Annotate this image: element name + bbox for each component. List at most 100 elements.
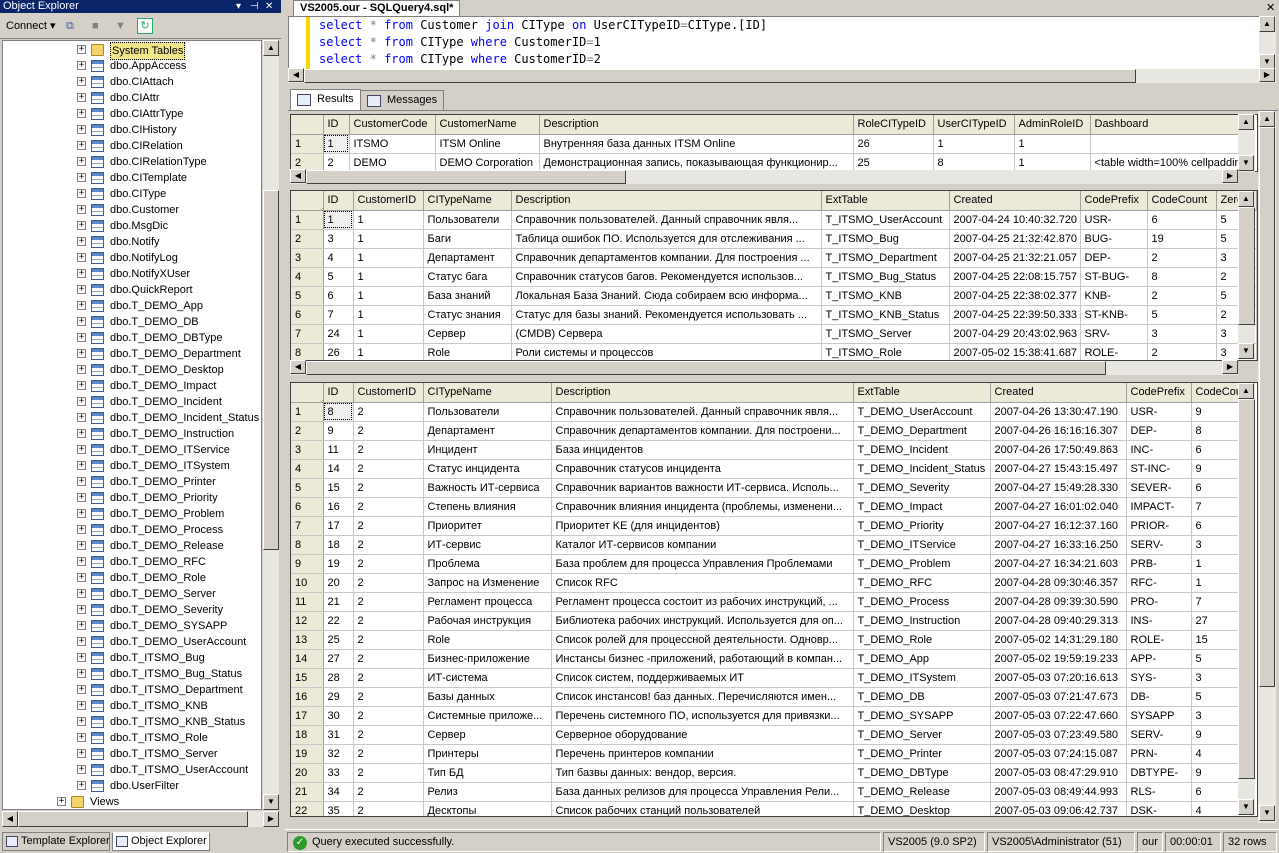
table-cell[interactable]: Локальная База Знаний. Сюда собираем всю… (511, 286, 822, 306)
table-cell[interactable]: 31 (323, 725, 354, 745)
table-row[interactable]: 5 15 2 Важность ИТ-сервиса Справочник вариан… (291, 478, 1252, 498)
table-cell[interactable]: T_ITSMO_Server (821, 324, 950, 344)
table-row[interactable]: 21 34 2 Релиз База данных релизов для процес… (291, 782, 1252, 802)
table-cell[interactable]: ROLE- (1126, 630, 1192, 650)
column-header[interactable]: RoleCITypeID (853, 115, 934, 135)
table-cell[interactable]: 1 (353, 248, 424, 268)
row-header[interactable]: 11 (291, 592, 324, 612)
row-header[interactable]: 17 (291, 706, 324, 726)
table-cell[interactable]: 2007-04-27 16:12:37.160 (990, 516, 1127, 536)
table-cell[interactable]: 2007-04-26 17:50:49.863 (990, 440, 1127, 460)
table-cell[interactable]: Департамент (423, 248, 512, 268)
expand-icon[interactable]: + (77, 509, 86, 518)
scroll-thumb[interactable] (263, 190, 279, 550)
table-cell[interactable]: 2 (353, 497, 424, 517)
scroll-thumb[interactable] (1238, 207, 1255, 325)
row-header[interactable]: 2 (291, 229, 324, 249)
table-cell[interactable]: T_DEMO_ITService (853, 535, 991, 555)
scroll-up-button[interactable]: ▲ (1259, 111, 1275, 127)
table-cell[interactable]: 5 (323, 267, 354, 287)
table-cell[interactable]: 2007-05-03 07:21:47.673 (990, 687, 1127, 707)
table-cell[interactable]: APP- (1126, 649, 1192, 669)
table-cell[interactable]: Пользователи (423, 210, 512, 230)
row-header[interactable]: 16 (291, 687, 324, 707)
expand-icon[interactable]: + (77, 109, 86, 118)
column-header[interactable]: CodePrefix (1126, 383, 1192, 403)
row-header[interactable]: 9 (291, 554, 324, 574)
expand-icon[interactable]: + (77, 45, 86, 54)
column-header[interactable]: ID (323, 191, 354, 211)
table-cell[interactable]: Бизнес-приложение (423, 649, 552, 669)
table-cell[interactable]: Сервер (423, 324, 512, 344)
table-cell[interactable]: 6 (1147, 210, 1217, 230)
table-cell[interactable]: 2007-05-02 15:38:41.687 (949, 343, 1081, 360)
expand-icon[interactable]: + (77, 205, 86, 214)
table-cell[interactable]: 9 (323, 421, 354, 441)
table-cell[interactable]: 2 (353, 630, 424, 650)
tab-results[interactable]: Results (290, 89, 361, 110)
expand-icon[interactable]: + (77, 429, 86, 438)
expand-icon[interactable]: + (77, 349, 86, 358)
table-cell[interactable]: 2007-05-03 07:24:15.087 (990, 744, 1127, 764)
table-cell[interactable]: IMPACT- (1126, 497, 1192, 517)
expand-icon[interactable]: + (77, 253, 86, 262)
expand-icon[interactable]: + (77, 525, 86, 534)
table-cell[interactable]: ROLE- (1080, 343, 1148, 360)
table-cell[interactable]: T_DEMO_Release (853, 782, 991, 802)
table-cell[interactable]: 2007-04-26 16:16:16.307 (990, 421, 1127, 441)
table-cell[interactable]: 24 (323, 324, 354, 344)
table-cell[interactable]: SERV- (1126, 535, 1192, 555)
row-header[interactable]: 4 (291, 267, 324, 287)
table-cell[interactable]: 2007-04-25 22:39:50.333 (949, 305, 1081, 325)
table-cell[interactable]: Роли системы и процессов (511, 343, 822, 360)
table-cell[interactable]: 1 (353, 324, 424, 344)
tab-template-explorer[interactable]: Template Explorer (2, 832, 110, 851)
table-cell[interactable]: 2 (353, 554, 424, 574)
sql-editor[interactable]: select * from Customer join CIType on Us… (288, 16, 1276, 70)
table-cell[interactable]: (CMDB) Сервера (511, 324, 822, 344)
row-header[interactable]: 1 (291, 210, 324, 230)
expand-icon[interactable]: + (77, 445, 86, 454)
scroll-left-button[interactable]: ◀ (290, 360, 306, 374)
table-cell[interactable]: DB- (1126, 687, 1192, 707)
scroll-thumb[interactable] (304, 69, 1136, 83)
table-cell[interactable]: 2007-05-02 14:31:29.180 (990, 630, 1127, 650)
table-cell[interactable]: 1 (353, 210, 424, 230)
expand-icon[interactable]: + (77, 365, 86, 374)
object-explorer-tree[interactable]: + System Tables + dbo.AppAccess + dbo.CIAttac… (2, 40, 262, 810)
expand-icon[interactable]: + (77, 269, 86, 278)
row-header[interactable]: 1 (291, 134, 324, 154)
column-header[interactable]: Description (511, 191, 822, 211)
table-cell[interactable]: Справочник пользователей. Данный справоч… (551, 402, 854, 422)
table-cell[interactable]: 4 (323, 248, 354, 268)
table-cell[interactable]: 17 (323, 516, 354, 536)
table-cell[interactable]: T_DEMO_App (853, 649, 991, 669)
result-grid-3[interactable]: ID CustomerID CITypeName Description ExtTabl… (290, 382, 1258, 817)
table-cell[interactable]: 2007-04-25 21:32:42.870 (949, 229, 1081, 249)
table-cell[interactable]: T_ITSMO_Role (821, 343, 950, 360)
table-cell[interactable]: 2 (353, 801, 424, 816)
table-row[interactable]: 8 26 1 Role Роли системы и процессов T_ITSMO_… (291, 343, 1257, 360)
table-cell[interactable]: T_ITSMO_KNB_Status (821, 305, 950, 325)
table-cell[interactable]: База данных релизов для процесса Управле… (551, 782, 854, 802)
table-cell[interactable]: KNB- (1080, 286, 1148, 306)
table-cell[interactable]: PRB- (1126, 554, 1192, 574)
table-cell[interactable]: T_DEMO_Impact (853, 497, 991, 517)
disconnect-icon[interactable]: ■ (92, 17, 99, 35)
scroll-down-button[interactable]: ▼ (1238, 799, 1254, 815)
row-header[interactable]: 18 (291, 725, 324, 745)
expand-icon[interactable]: + (77, 717, 86, 726)
table-cell[interactable]: T_ITSMO_Bug (821, 229, 950, 249)
table-cell[interactable]: 1 (353, 343, 424, 360)
table-cell[interactable]: 1 (1014, 134, 1091, 154)
connect-server-icon[interactable]: ⧉ (66, 17, 74, 35)
table-cell[interactable]: Важность ИТ-сервиса (423, 478, 552, 498)
table-cell[interactable]: 1 (353, 305, 424, 325)
column-header[interactable]: CustomerCode (349, 115, 436, 135)
expand-icon[interactable]: + (77, 381, 86, 390)
expand-icon[interactable]: + (77, 765, 86, 774)
scroll-left-button[interactable]: ◀ (290, 169, 306, 183)
table-cell[interactable]: 2 (353, 402, 424, 422)
sql-line[interactable]: select * from CIType where CustomerID=2 (319, 51, 601, 68)
expand-icon[interactable]: + (77, 397, 86, 406)
